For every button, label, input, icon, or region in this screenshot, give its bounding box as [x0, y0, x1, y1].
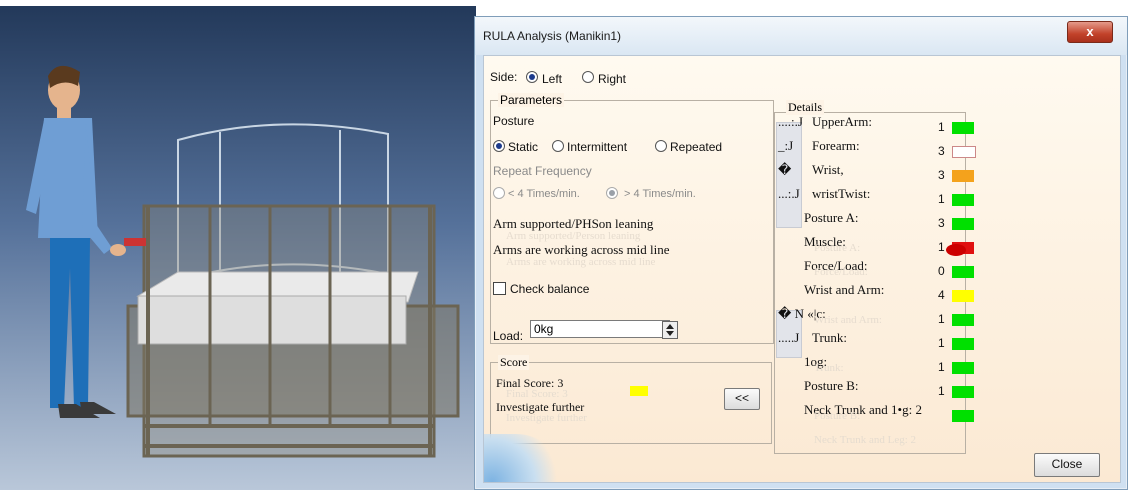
- side-left-radio[interactable]: [526, 71, 538, 83]
- details-row-score: 1: [938, 384, 945, 398]
- side-left-label: Left: [542, 72, 563, 86]
- details-row-prefix: ....:.J: [778, 114, 803, 129]
- details-row-color-indicator: [952, 338, 974, 350]
- 3d-viewport[interactable]: [0, 6, 476, 490]
- details-row-label: Posture B:: [804, 378, 859, 393]
- details-row-color-indicator: [952, 266, 974, 278]
- rula-analysis-dialog: RULA Analysis (Manikin1) x Side: Left Ri…: [474, 16, 1128, 490]
- score-legend: Score: [498, 355, 530, 370]
- manikin-scene: [26, 65, 460, 458]
- check-balance-checkbox[interactable]: [493, 282, 506, 295]
- posture-intermittent-label: Intermittent: [567, 140, 628, 154]
- close-icon: x: [1086, 24, 1094, 39]
- details-row-color-indicator: [952, 410, 974, 422]
- details-shadow-text: Posture A:: [814, 242, 861, 254]
- side-right-label: Right: [598, 72, 627, 86]
- arm-supported-shadow-text: Arm supported/Person leaning: [506, 230, 641, 242]
- details-row-score: 1: [938, 336, 945, 350]
- details-row-color-indicator: [952, 290, 974, 302]
- parameters-legend: Parameters: [498, 93, 565, 107]
- details-shadow-text: Force/Load:: [814, 266, 868, 278]
- details-row-color-indicator: [952, 194, 974, 206]
- spin-down-icon[interactable]: [666, 331, 674, 336]
- workbench: [126, 123, 460, 458]
- details-row-score: 0: [938, 264, 945, 278]
- details-shadow-text: Posture B:: [814, 410, 861, 422]
- spin-up-icon[interactable]: [666, 324, 674, 329]
- details-row-color-indicator: [952, 314, 974, 326]
- repeat-less-label: < 4 Times/min.: [508, 188, 580, 200]
- details-row-label: UpperArm:: [812, 114, 872, 129]
- dialog-title: RULA Analysis (Manikin1): [483, 29, 622, 43]
- muscle-highlight-marker: [946, 244, 966, 256]
- load-input[interactable]: [530, 320, 670, 338]
- arms-midline-shadow-text: Arms are working across mid line: [506, 256, 656, 268]
- details-row-score: 3: [938, 168, 945, 182]
- repeat-less-radio[interactable]: [493, 187, 505, 199]
- details-row-label: Trunk:: [812, 330, 847, 345]
- details-row-color-indicator: [952, 170, 974, 182]
- repeat-frequency-label: Repeat Frequency: [493, 164, 592, 178]
- posture-repeated-label: Repeated: [670, 140, 723, 154]
- side-label: Side:: [490, 70, 518, 84]
- posture-repeated-radio[interactable]: [655, 140, 667, 152]
- check-balance-label: Check balance: [510, 282, 590, 296]
- score-color-indicator: [630, 386, 648, 396]
- details-shadow-text: Neck Trunk and Leg: 2: [814, 434, 917, 446]
- details-row-score: 3: [938, 216, 945, 230]
- dialog-client-area: Side: Left Right Parameters Posture Stat…: [483, 55, 1121, 483]
- side-right-radio[interactable]: [582, 71, 594, 83]
- details-row-score: 1: [938, 240, 945, 254]
- details-row-score: 1: [938, 312, 945, 326]
- details-row-color-indicator: [952, 122, 974, 134]
- load-spinner[interactable]: [662, 321, 678, 339]
- details-row-color-indicator: [952, 362, 974, 374]
- repeat-more-label: > 4 Times/min.: [624, 188, 696, 200]
- details-row-score: 4: [938, 288, 945, 302]
- details-row-prefix: �: [778, 162, 792, 177]
- details-row-color-indicator: [952, 146, 976, 158]
- details-row-color-indicator: [952, 218, 974, 230]
- collapse-details-button[interactable]: <<: [724, 388, 760, 410]
- close-button[interactable]: Close: [1034, 453, 1100, 477]
- details-row-label: Wrist,: [812, 162, 844, 177]
- details-row-label: Forearm:: [812, 138, 860, 153]
- repeat-more-radio[interactable]: [606, 187, 618, 199]
- details-row-label: wristTwist:: [812, 186, 871, 201]
- title-bar[interactable]: RULA Analysis (Manikin1) x: [475, 17, 1127, 55]
- load-label: Load:: [493, 329, 524, 343]
- posture-static-radio[interactable]: [493, 140, 505, 152]
- details-shadow-text: Trunk:: [814, 362, 844, 374]
- posture-label: Posture: [493, 114, 535, 128]
- details-shadow-text: Wrist and Arm:: [814, 314, 882, 326]
- hand-tool: [124, 238, 146, 246]
- details-legend: Details: [786, 100, 824, 115]
- recommendation-shadow-text: Investigate further: [506, 412, 587, 424]
- details-row-prefix: _:J: [778, 138, 794, 153]
- details-row-prefix: ...:.J: [778, 186, 800, 201]
- posture-intermittent-radio[interactable]: [552, 140, 564, 152]
- details-row-score: 1: [938, 192, 945, 206]
- details-row-label: Posture A:: [804, 210, 859, 225]
- manikin: [26, 65, 126, 418]
- details-row-color-indicator: [952, 386, 974, 398]
- details-row-score: 1: [938, 360, 945, 374]
- details-row-score: 1: [938, 120, 945, 134]
- details-row-score: 3: [938, 144, 945, 158]
- details-row-label: Wrist and Arm:: [804, 282, 885, 297]
- final-score-shadow-text: Final Score: 3: [506, 388, 568, 400]
- posture-static-label: Static: [508, 140, 539, 154]
- details-row-prefix: .....J: [778, 330, 800, 345]
- window-close-button[interactable]: x: [1067, 21, 1113, 43]
